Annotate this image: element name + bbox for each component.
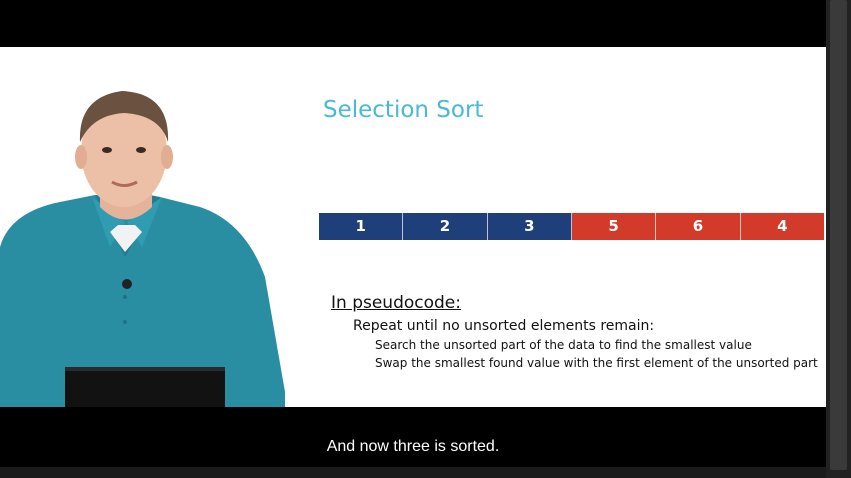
video-player[interactable]: Selection Sort 1 2 3 5 6 4 In pseudocode… (0, 0, 826, 467)
array-cell: 5 (571, 213, 657, 240)
pseudocode-subline: Search the unsorted part of the data to … (375, 338, 752, 352)
array-cell: 4 (740, 213, 824, 240)
slide-title: Selection Sort (323, 97, 484, 123)
pseudocode-heading: In pseudocode: (331, 293, 461, 313)
array-cell: 6 (656, 213, 741, 240)
array-cell: 3 (487, 213, 572, 240)
array-cell: 1 (319, 213, 404, 240)
pseudocode-subline: Swap the smallest found value with the f… (375, 356, 818, 370)
scrollbar-thumb[interactable] (830, 0, 847, 470)
array-visualization: 1 2 3 5 6 4 (319, 213, 824, 240)
array-cell: 2 (403, 213, 488, 240)
lecture-slide: Selection Sort 1 2 3 5 6 4 In pseudocode… (0, 47, 826, 407)
presenter-figure (0, 91, 285, 407)
pseudocode-line: Repeat until no unsorted elements remain… (353, 318, 655, 334)
caption-text: And now three is sorted. (326, 438, 500, 455)
